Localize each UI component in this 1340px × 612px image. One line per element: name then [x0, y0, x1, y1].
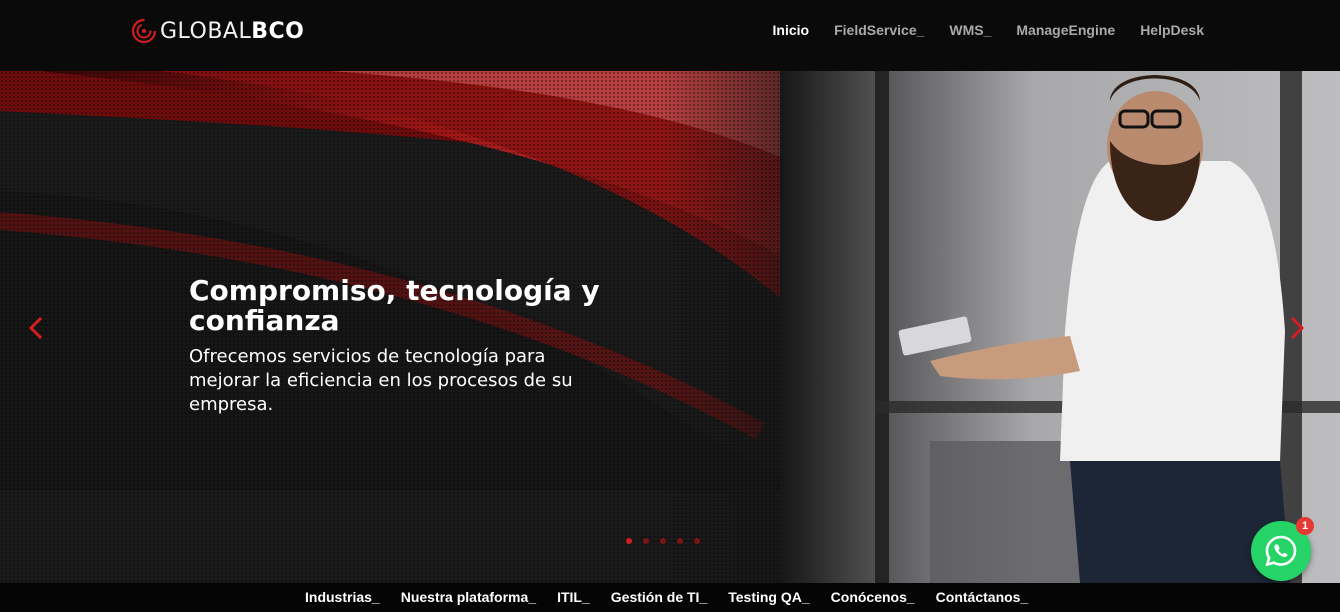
carousel-dot[interactable]	[626, 538, 632, 544]
notification-badge: 1	[1296, 517, 1314, 535]
nav-item-conocenos[interactable]: Conócenos_	[831, 589, 915, 605]
carousel-dot[interactable]	[694, 538, 700, 544]
whatsapp-icon	[1265, 535, 1297, 567]
nav-item-testing-qa[interactable]: Testing QA_	[728, 589, 809, 605]
carousel-dot[interactable]	[643, 538, 649, 544]
main-nav: Inicio FieldService_ WMS_ ManageEngine H…	[773, 22, 1204, 38]
carousel-indicators	[626, 538, 700, 544]
carousel-dot[interactable]	[660, 538, 666, 544]
nav-item-contactanos[interactable]: Contáctanos_	[936, 589, 1029, 605]
site-logo[interactable]: GLOBALBCO	[130, 16, 304, 46]
secondary-nav: Industrias_ Nuestra plataforma_ ITIL_ Ge…	[305, 589, 1028, 605]
carousel-dot[interactable]	[677, 538, 683, 544]
nav-item-itil[interactable]: ITIL_	[557, 589, 590, 605]
logo-wordmark: GLOBALBCO	[160, 18, 305, 44]
secondary-nav-bar: Industrias_ Nuestra plataforma_ ITIL_ Ge…	[0, 583, 1340, 612]
nav-item-fieldservice[interactable]: FieldService_	[834, 22, 924, 38]
nav-item-inicio[interactable]: Inicio	[773, 22, 810, 38]
hero-title: Compromiso, tecnología y confianza	[189, 273, 600, 337]
nav-item-wms[interactable]: WMS_	[949, 22, 991, 38]
chevron-right-icon[interactable]	[1284, 316, 1308, 340]
logo-icon	[131, 18, 157, 44]
top-header: GLOBALBCO Inicio FieldService_ WMS_ Mana…	[0, 0, 1340, 71]
hero-carousel: Compromiso, tecnología y confianza Ofrec…	[0, 71, 1340, 583]
hero-photo-man-with-tablet	[780, 71, 1340, 583]
nav-item-manageengine[interactable]: ManageEngine	[1016, 22, 1115, 38]
nav-item-industrias[interactable]: Industrias_	[305, 589, 380, 605]
hero-subtitle: Ofrecemos servicios de tecnología para m…	[189, 346, 573, 415]
nav-item-helpdesk[interactable]: HelpDesk	[1140, 22, 1204, 38]
nav-item-nuestra-plataforma[interactable]: Nuestra plataforma_	[401, 589, 536, 605]
chevron-left-icon[interactable]	[25, 316, 49, 340]
nav-item-gestion-ti[interactable]: Gestión de TI_	[611, 589, 707, 605]
